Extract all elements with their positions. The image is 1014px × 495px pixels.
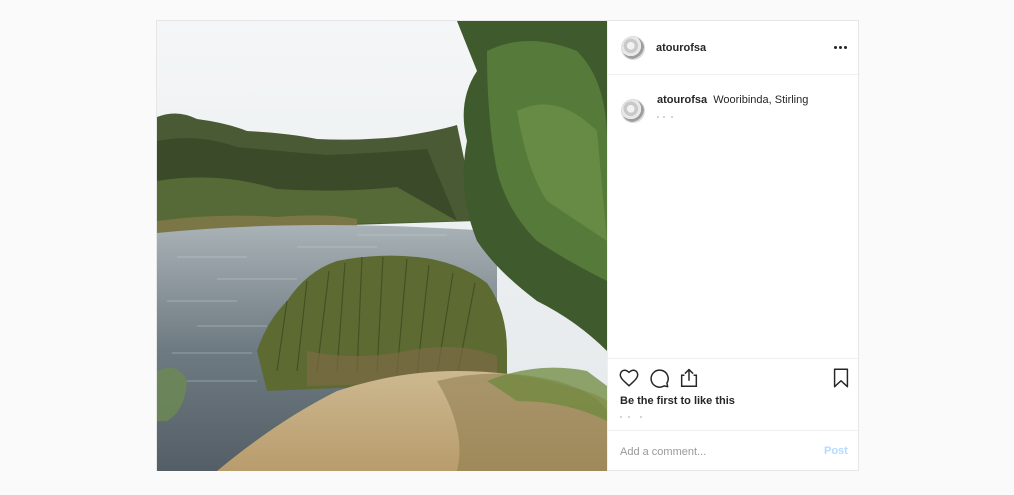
post-actions: Be the first to like this [608, 358, 860, 430]
caption-text: Wooribinda, Stirling [713, 94, 809, 106]
post-photo[interactable] [157, 21, 607, 471]
post-card: atourofsa atourofsa Wooribinda, Stirling [156, 20, 860, 471]
likes-summary[interactable]: Be the first to like this [620, 395, 735, 407]
caption-line: atourofsa Wooribinda, Stirling [657, 94, 808, 106]
post-header: atourofsa [608, 21, 860, 75]
caption-avatar-icon[interactable] [621, 99, 645, 123]
heart-icon[interactable] [618, 367, 640, 389]
more-options-icon[interactable] [832, 39, 850, 55]
post-timestamp [620, 416, 646, 419]
share-upload-icon[interactable] [678, 367, 700, 389]
profile-avatar-icon[interactable] [621, 36, 645, 60]
comment-bubble-icon[interactable] [648, 367, 670, 389]
caption-username[interactable]: atourofsa [657, 94, 707, 106]
lake-photo-illustration [157, 21, 607, 471]
post-comment-button[interactable]: Post [824, 445, 848, 457]
post-caption: atourofsa Wooribinda, Stirling [608, 76, 860, 358]
post-sidebar: atourofsa atourofsa Wooribinda, Stirling [607, 21, 860, 471]
bookmark-icon[interactable] [830, 367, 852, 389]
comment-bar: Post [608, 430, 860, 471]
author-username[interactable]: atourofsa [656, 42, 706, 54]
comment-input[interactable] [620, 442, 810, 462]
caption-timestamp [657, 116, 679, 120]
